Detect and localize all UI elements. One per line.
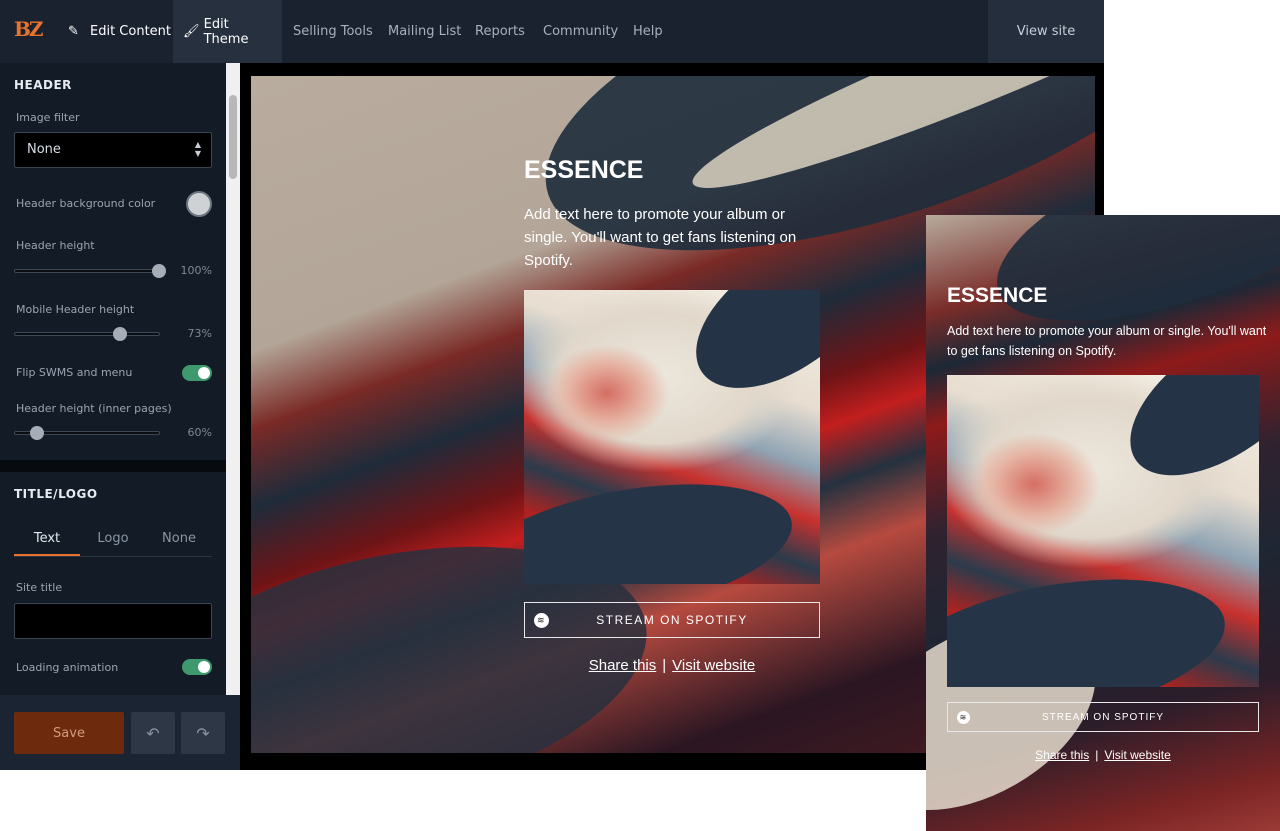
artwork-swoosh (524, 462, 802, 584)
mobile-header-height-label: Mobile Header height (16, 303, 135, 316)
artwork-swoosh (670, 290, 820, 418)
stream-on-spotify-label: STREAM ON SPOTIFY (596, 613, 748, 627)
tab-text[interactable]: Text (14, 525, 80, 556)
nav-edit-content-label: Edit Content (90, 24, 172, 39)
undo-button[interactable]: ↶ (131, 712, 175, 754)
link-separator: | (662, 657, 667, 674)
site-description: Add text here to promote your album or s… (524, 206, 797, 269)
view-site-button[interactable]: View site (988, 0, 1104, 63)
theme-sidebar: HEADER Image filter None ▲ ▼ Header backg… (0, 63, 240, 770)
site-title-label: Site title (16, 581, 63, 594)
logo[interactable]: BZ (14, 17, 44, 45)
header-section-title: HEADER (14, 78, 72, 92)
mobile-header-height-slider[interactable] (14, 327, 160, 341)
spotify-icon: ≋ (957, 711, 970, 724)
mobile-stream-on-spotify-button[interactable]: ≋ STREAM ON SPOTIFY (947, 702, 1259, 732)
redo-icon: ↷ (196, 723, 210, 743)
loading-animation-toggle[interactable] (182, 659, 212, 675)
mobile-visit-website-link[interactable]: Visit website (1104, 748, 1170, 762)
flip-swms-toggle-knob (198, 367, 210, 379)
flip-swms-toggle[interactable] (182, 365, 212, 381)
nav-edit-theme-label: Edit Theme (203, 16, 249, 47)
sidebar-scrollbar-thumb[interactable] (229, 95, 237, 179)
loading-animation-toggle-knob (198, 661, 210, 673)
artwork-swoosh (947, 556, 1236, 687)
select-arrows-icon: ▲ ▼ (194, 140, 201, 158)
mobile-album-artwork[interactable] (947, 375, 1259, 687)
header-height-slider-thumb[interactable] (152, 264, 166, 278)
sidebar-footer: Save ↶ ↷ (0, 695, 240, 770)
artwork-swoosh (1104, 375, 1259, 506)
site-title-input[interactable] (14, 603, 212, 639)
edit-icon: ✎ (68, 24, 79, 39)
link-separator: | (1095, 748, 1099, 762)
image-filter-label: Image filter (16, 111, 80, 124)
nav-reports[interactable]: Reports (465, 0, 535, 63)
loading-animation-label: Loading animation (16, 661, 119, 674)
image-filter-select[interactable]: None ▲ ▼ (14, 132, 212, 168)
header-height-value: 100% (180, 264, 212, 277)
nav-edit-theme[interactable]: 🖌 Edit Theme (173, 0, 282, 63)
header-height-slider[interactable] (14, 264, 166, 278)
save-button[interactable]: Save (14, 712, 124, 754)
nav-help[interactable]: Help (623, 0, 673, 63)
header-section: HEADER Image filter None ▲ ▼ Header backg… (0, 63, 226, 460)
mobile-header-height-slider-thumb[interactable] (113, 327, 128, 341)
tab-none[interactable]: None (146, 525, 212, 556)
inner-header-height-value: 60% (187, 426, 212, 439)
inner-header-height-slider[interactable] (14, 426, 160, 440)
nav-mailing-list[interactable]: Mailing List (378, 0, 471, 63)
nav-selling-tools[interactable]: Selling Tools (283, 0, 383, 63)
stream-on-spotify-button[interactable]: ≋ STREAM ON SPOTIFY (524, 602, 820, 638)
mobile-preview: ESSENCE Add text here to promote your al… (926, 215, 1280, 831)
mobile-header-height-value: 73% (187, 327, 212, 340)
album-artwork[interactable] (524, 290, 820, 584)
section-divider (0, 460, 226, 472)
mobile-site-description: Add text here to promote your album or s… (947, 324, 1267, 358)
inner-header-height-label: Header height (inner pages) (16, 402, 172, 415)
mobile-share-this-link[interactable]: Share this (1035, 748, 1089, 762)
header-height-label: Header height (16, 239, 95, 252)
tab-logo[interactable]: Logo (80, 525, 146, 556)
spotify-icon: ≋ (534, 613, 549, 628)
title-logo-section-title: TITLE/LOGO (14, 487, 98, 501)
title-logo-section: TITLE/LOGO Text Logo None Site title Loa… (0, 472, 226, 695)
site-title: ESSENCE (524, 156, 644, 184)
share-links: Share this | Visit website (524, 657, 820, 674)
top-nav-bar: BZ ✎ Edit Content 🖌 Edit Theme Selling T… (0, 0, 1104, 63)
title-logo-tabs: Text Logo None (14, 525, 212, 557)
header-bg-color-label: Header background color (16, 197, 156, 210)
redo-button[interactable]: ↷ (181, 712, 225, 754)
share-this-link[interactable]: Share this (589, 657, 657, 674)
nav-edit-content[interactable]: ✎ Edit Content (58, 0, 181, 63)
visit-website-link[interactable]: Visit website (672, 657, 755, 674)
nav-community[interactable]: Community (533, 0, 628, 63)
brush-icon: 🖌 (183, 24, 200, 39)
image-filter-value: None (27, 142, 61, 157)
mobile-stream-on-spotify-label: STREAM ON SPOTIFY (1041, 711, 1164, 723)
mobile-site-title: ESSENCE (947, 284, 1048, 307)
mobile-share-links: Share this | Visit website (947, 748, 1259, 762)
sidebar-scrollbar[interactable] (226, 63, 240, 695)
header-bg-color-swatch[interactable] (186, 191, 212, 217)
undo-icon: ↶ (146, 723, 160, 743)
flip-swms-label: Flip SWMS and menu (16, 366, 133, 379)
inner-header-height-slider-thumb[interactable] (29, 426, 44, 440)
